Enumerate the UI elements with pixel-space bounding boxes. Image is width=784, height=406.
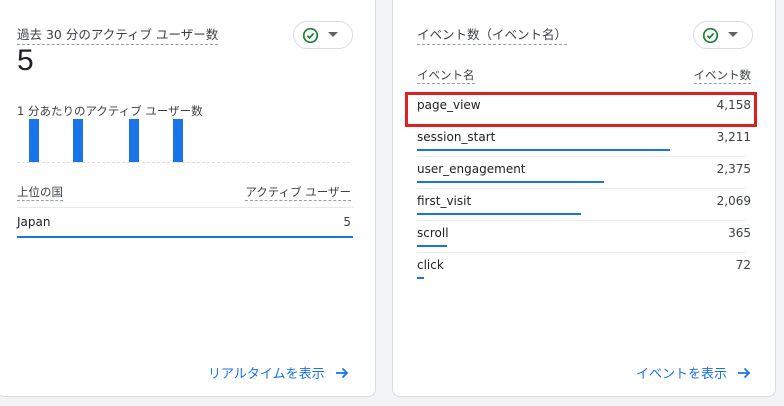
sparkline-bar [129,119,139,162]
col-head-event-name[interactable]: イベント名 [417,67,475,84]
view-events-link[interactable]: イベントを表示 [636,363,751,382]
event-count: 72 [735,258,751,272]
sparkline-bar [29,119,39,162]
data-quality-dropdown[interactable] [693,21,753,49]
event-row[interactable]: click 72 [393,253,775,285]
event-share-bar [417,149,670,151]
country-share-bar [17,236,353,238]
card-title[interactable]: イベント数（イベント名） [417,24,568,45]
realtime-card: 過去 30 分のアクティブ ユーザー数 5 1 分あたりのアクティブ ユーザー数… [0,0,376,397]
event-name: first_visit [417,194,472,208]
event-share-bar [417,181,604,183]
view-events-label: イベントを表示 [636,367,728,382]
event-name: user_engagement [417,162,526,176]
event-name: session_start [417,130,496,144]
event-count: 3,211 [716,130,751,144]
event-count: 2,375 [716,162,751,176]
event-count: 365 [728,226,751,240]
view-realtime-link[interactable]: リアルタイムを表示 [208,363,349,382]
event-row[interactable]: first_visit 2,069 [393,189,775,221]
check-circle-icon [702,27,719,43]
highlight-box [405,92,757,127]
event-name: click [417,258,444,272]
sparkline-bar [173,119,183,162]
col-head-active-users[interactable]: アクティブ ユーザー [245,184,351,201]
country-users: 5 [343,215,351,229]
event-share-bar [417,277,424,279]
event-share-bar [417,213,581,215]
event-count: 2,069 [716,194,751,208]
event-row[interactable]: user_engagement 2,375 [393,157,775,189]
sparkline-bar [73,119,83,162]
view-realtime-label: リアルタイムを表示 [208,367,325,382]
event-share-bar [417,245,447,247]
arrow-right-icon [738,367,751,378]
events-card: イベント数（イベント名） イベント名 イベント数 page_view 4,158 s… [392,0,776,397]
country-name: Japan [17,215,51,229]
check-circle-icon [302,27,319,43]
col-head-country[interactable]: 上位の国 [17,184,63,201]
caret-down-icon [328,32,338,37]
per-minute-sparkline [17,119,350,163]
event-row[interactable]: session_start 3,211 [393,125,775,157]
divider [17,207,353,208]
card-title[interactable]: 過去 30 分のアクティブ ユーザー数 [17,24,219,45]
per-minute-label: 1 分あたりのアクティブ ユーザー数 [17,104,203,118]
event-row[interactable]: scroll 365 [393,221,775,253]
active-users-count: 5 [17,44,34,77]
col-head-event-count[interactable]: イベント数 [693,67,751,84]
arrow-right-icon [335,367,348,378]
data-quality-dropdown[interactable] [293,21,353,49]
event-name: scroll [417,226,449,240]
caret-down-icon [728,32,738,37]
